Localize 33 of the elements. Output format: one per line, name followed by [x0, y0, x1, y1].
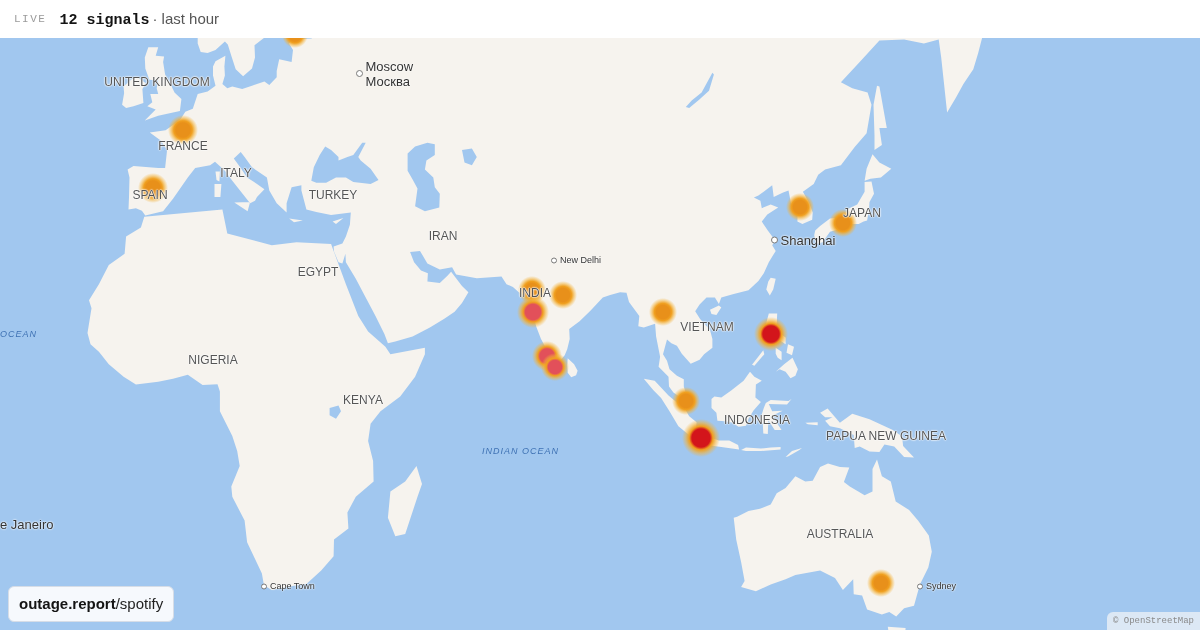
- country-label: EGYPT: [297, 265, 339, 279]
- country-label: PAPUA NEW GUINEA: [826, 429, 946, 443]
- country-label: ITALY: [220, 166, 252, 180]
- live-status: LIVE: [14, 13, 47, 25]
- city-marker-icon: [770, 236, 778, 244]
- country-label: FRANCE: [158, 139, 208, 153]
- country-label: JAPAN: [843, 206, 881, 220]
- city-label: Moscow: [365, 58, 414, 74]
- city-label: Москва: [365, 73, 411, 89]
- city-label: New Delhi: [560, 254, 601, 266]
- country-label: INDONESIA: [724, 413, 790, 427]
- time-period: · last hour: [152, 9, 220, 27]
- country-label: IRAN: [428, 229, 458, 243]
- country-label: AUSTRALIA: [806, 527, 874, 541]
- country-label: TURKEY: [308, 188, 358, 202]
- site-url-label: outage.report/spotify: [8, 586, 175, 622]
- country-label: SPAIN: [132, 188, 168, 202]
- country-label: UNITED KINGDOM: [104, 75, 210, 89]
- map-attribution: © OpenStreetMap: [1107, 612, 1200, 630]
- country-label: VIETNAM: [680, 320, 734, 334]
- city-marker-icon: [917, 583, 923, 589]
- city-marker-icon: [261, 583, 267, 589]
- ocean-label: INDIAN OCEAN: [482, 445, 559, 457]
- city-label: Shanghai: [780, 232, 836, 248]
- city-marker-icon: [355, 70, 363, 77]
- city-label: e Janeiro: [0, 516, 54, 532]
- city-label: Sydney: [926, 580, 957, 592]
- ocean-label: OCEAN: [0, 328, 37, 340]
- country-label: KENYA: [343, 393, 383, 407]
- signal-count: 12 signals: [59, 11, 150, 29]
- country-label: NIGERIA: [188, 353, 238, 367]
- city-marker-icon: [551, 257, 557, 263]
- city-label: Cape Town: [270, 580, 315, 592]
